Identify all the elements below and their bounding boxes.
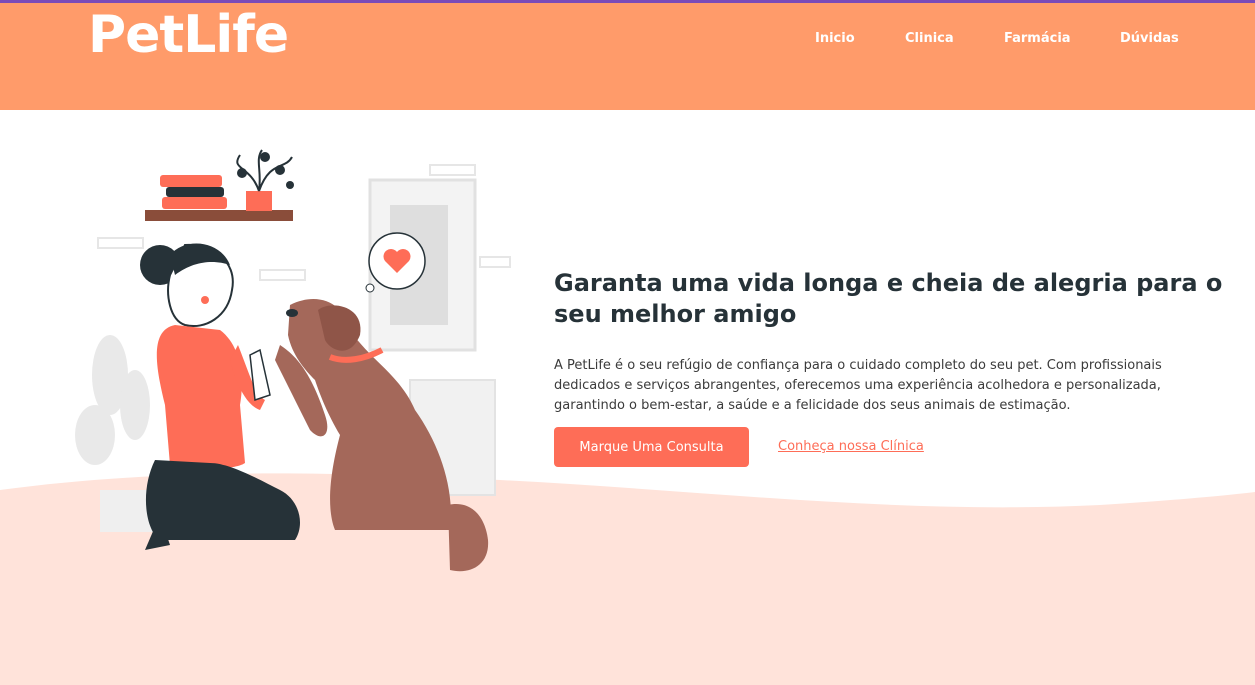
book-appointment-button[interactable]: Marque Uma Consulta [554,427,749,467]
nav-item-inicio[interactable]: Inicio [815,31,855,46]
hero-description: A PetLife é o seu refúgio de confiança p… [554,358,1162,413]
nav-item-farmacia[interactable]: Farmácia [1004,31,1071,46]
clinic-link[interactable]: Conheça nossa Clínica [778,439,924,454]
background-plant [75,335,155,532]
shelf [145,149,294,221]
woman [140,243,300,550]
site-header: PetLife Inicio Clinica Farmácia Dúvidas [0,3,1255,110]
nav-item-clinica[interactable]: Clinica [905,31,954,46]
hero-title: Garanta uma vida longa e cheia de alegri… [554,269,1223,328]
nav-item-duvidas[interactable]: Dúvidas [1120,31,1179,46]
woman-and-dog-illustration [75,149,511,572]
brand-logo[interactable]: PetLife [88,5,289,65]
